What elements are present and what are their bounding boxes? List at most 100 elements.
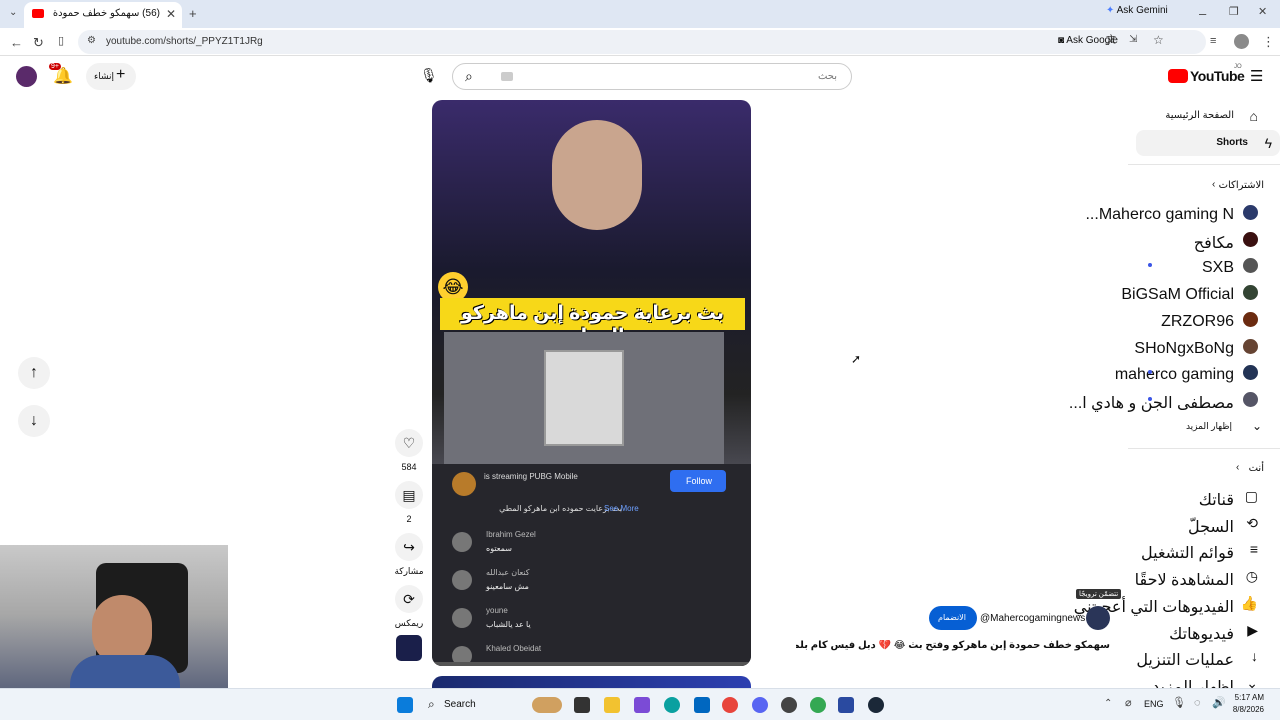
account-avatar[interactable]: [16, 66, 37, 87]
site-info-icon[interactable]: ⚙: [87, 36, 96, 46]
browser-tab[interactable]: (56) سهمكو خطف حمودة إبن ماهركو ✕: [24, 2, 182, 28]
channel-avatar[interactable]: [1086, 606, 1110, 630]
sidebar-subscription-item[interactable]: مكافح: [1128, 227, 1274, 252]
sidebar-item-home[interactable]: الصفحة الرئيسية ⌂: [1128, 104, 1274, 128]
create-button[interactable]: إنشاء +: [86, 63, 136, 90]
playlists-icon: ≡: [1249, 541, 1258, 558]
subscriptions-show-more[interactable]: إظهار المزيد ⌄: [1128, 418, 1280, 436]
remix-button[interactable]: ⟳: [395, 585, 423, 613]
sidebar-item-label: السجلّ: [1187, 518, 1234, 536]
taskbar-search[interactable]: ⌕ Search: [420, 693, 520, 717]
tab-search-icon[interactable]: ⌄: [9, 8, 17, 18]
share-icon: ↪: [403, 539, 415, 555]
sidebar-item-downloads[interactable]: عمليات التنزيل ↓: [1128, 644, 1274, 669]
progress-track[interactable]: [432, 662, 751, 666]
sidebar-subscription-item[interactable]: مصطفى الجن و هادي ا...: [1069, 387, 1274, 412]
you-header[interactable]: أنت ‹: [1128, 461, 1266, 477]
subscriptions-header[interactable]: الاشتراكات ‹: [1128, 178, 1266, 194]
short-video-player[interactable]: 😂 بث برعاية حمودة إبن ماهركو المطي is st…: [432, 100, 751, 666]
sidebar-subscription-item[interactable]: SHoNgxBoNg: [1128, 334, 1274, 358]
microphone-icon[interactable]: 🎙: [1172, 698, 1186, 709]
search-icon[interactable]: ⌕: [465, 68, 473, 85]
sidebar-item-watch-later[interactable]: المشاهدة لاحقًا ◷: [1128, 564, 1274, 589]
install-icon[interactable]: ⇲: [1129, 35, 1137, 45]
clock-time[interactable]: 5:17 AM: [1234, 693, 1264, 702]
join-button[interactable]: الانضمام: [929, 606, 977, 630]
your-videos-icon: ▶: [1247, 621, 1258, 638]
wifi-icon[interactable]: ◌: [1194, 698, 1201, 709]
sidebar-item-history[interactable]: السجلّ ⟲: [1128, 511, 1274, 536]
sound-thumbnail[interactable]: [396, 635, 422, 661]
ask-gemini-label: Ask Gemini: [1116, 5, 1168, 16]
channel-avatar: [1243, 205, 1258, 220]
app-icon[interactable]: [838, 697, 854, 713]
voice-search-icon[interactable]: 🎙: [420, 67, 438, 84]
file-explorer-icon[interactable]: [604, 697, 620, 713]
tray-overflow-icon[interactable]: ⌃: [1104, 699, 1112, 709]
guide-menu-icon[interactable]: ☰: [1250, 67, 1263, 85]
previous-short-button[interactable]: ↑: [18, 357, 50, 389]
profile-avatar[interactable]: [1234, 34, 1249, 49]
sidebar-item-channel[interactable]: قناتك ▢: [1128, 484, 1274, 509]
ask-gemini-button[interactable]: ✦ Ask Gemini: [1106, 5, 1168, 16]
video-title[interactable]: سهمكو خطف حمودة إبن ماهركو وفتح بث 😂 💔 د…: [796, 640, 1110, 651]
like-button[interactable]: ♡: [395, 429, 423, 457]
network-icon[interactable]: ⌀: [1125, 698, 1132, 709]
restore-icon[interactable]: ❐: [1229, 7, 1239, 18]
channel-handle[interactable]: @Mahercogamingnews: [980, 613, 1085, 624]
obs-icon[interactable]: [781, 697, 797, 713]
sidebar-item-your-videos[interactable]: فيديوهاتك ▶: [1128, 618, 1274, 643]
notifications-button[interactable]: 🔔 9+: [49, 63, 73, 86]
chrome-icon[interactable]: [722, 697, 738, 713]
close-tab-icon[interactable]: ✕: [166, 7, 176, 21]
youtube-favicon-icon: [32, 9, 44, 18]
search-input[interactable]: [495, 65, 845, 88]
next-short-button[interactable]: ↓: [18, 405, 50, 437]
browser-menu-icon[interactable]: ⋮: [1262, 35, 1275, 48]
liked-icon: 👍: [1240, 594, 1258, 611]
app-icon[interactable]: [634, 697, 650, 713]
sidebar-subscription-item[interactable]: SXB: [1128, 253, 1274, 277]
heart-icon: ♡: [402, 435, 416, 451]
language-indicator[interactable]: ENG: [1144, 699, 1164, 709]
url-field[interactable]: ⚙ youtube.com/shorts/_PPYZ1T1JRg ◙ Ask G…: [78, 30, 1206, 54]
subscription-label: maherco gaming: [1114, 366, 1234, 384]
task-view-icon[interactable]: [574, 697, 590, 713]
comments-button[interactable]: ▤: [395, 481, 423, 509]
discord-icon[interactable]: [752, 697, 768, 713]
sidebar-subscription-item[interactable]: BiGSaM Official: [1121, 280, 1274, 304]
sidebar-item-playlists[interactable]: قوائم التشغيل ≡: [1128, 537, 1274, 562]
brand-name: YouTube: [1190, 68, 1245, 84]
steam-icon[interactable]: [868, 697, 884, 713]
chevron-left-icon: ‹: [1212, 179, 1216, 190]
chrome-active-icon[interactable]: [810, 697, 826, 713]
back-icon[interactable]: ←: [10, 36, 23, 49]
channel-avatar: [1243, 258, 1258, 274]
translate-icon[interactable]: 文: [1106, 36, 1116, 46]
search-box: ⌕: [452, 63, 852, 90]
commenter-avatar: [452, 608, 472, 628]
subscription-label: ZRZOR96: [1161, 312, 1234, 330]
widget-icon[interactable]: [532, 697, 562, 713]
windows-start-icon[interactable]: [397, 697, 413, 713]
sidebar-subscription-item[interactable]: ZRZOR96: [1128, 307, 1274, 331]
sidebar-item-liked[interactable]: الفيديوهات التي أعجبتني 👍: [1074, 591, 1274, 616]
split-view-icon[interactable]: ▯: [58, 36, 64, 47]
clock-date[interactable]: 8/8/2026: [1230, 705, 1264, 714]
bookmark-star-icon[interactable]: ☆: [1153, 34, 1164, 46]
reading-list-icon[interactable]: ≡: [1210, 36, 1216, 47]
volume-icon[interactable]: 🔊: [1212, 698, 1226, 709]
downloads-icon: ↓: [1251, 648, 1258, 665]
edge-icon[interactable]: [664, 697, 680, 713]
share-button[interactable]: ↪: [395, 533, 423, 561]
store-icon[interactable]: [694, 697, 710, 713]
reload-icon[interactable]: ↻: [33, 36, 44, 49]
next-short-preview[interactable]: [432, 676, 751, 688]
sidebar-subscription-item[interactable]: maherco gaming: [1115, 360, 1274, 384]
mouse-cursor-icon: ➚: [851, 352, 862, 366]
sidebar-item-shorts[interactable]: Shorts ϟ: [1136, 130, 1280, 156]
close-window-icon[interactable]: ✕: [1258, 7, 1267, 18]
sidebar-subscription-item[interactable]: Maherco gaming N...: [1085, 200, 1274, 224]
minimize-icon[interactable]: –: [1199, 7, 1206, 20]
new-tab-icon[interactable]: +: [189, 7, 197, 20]
